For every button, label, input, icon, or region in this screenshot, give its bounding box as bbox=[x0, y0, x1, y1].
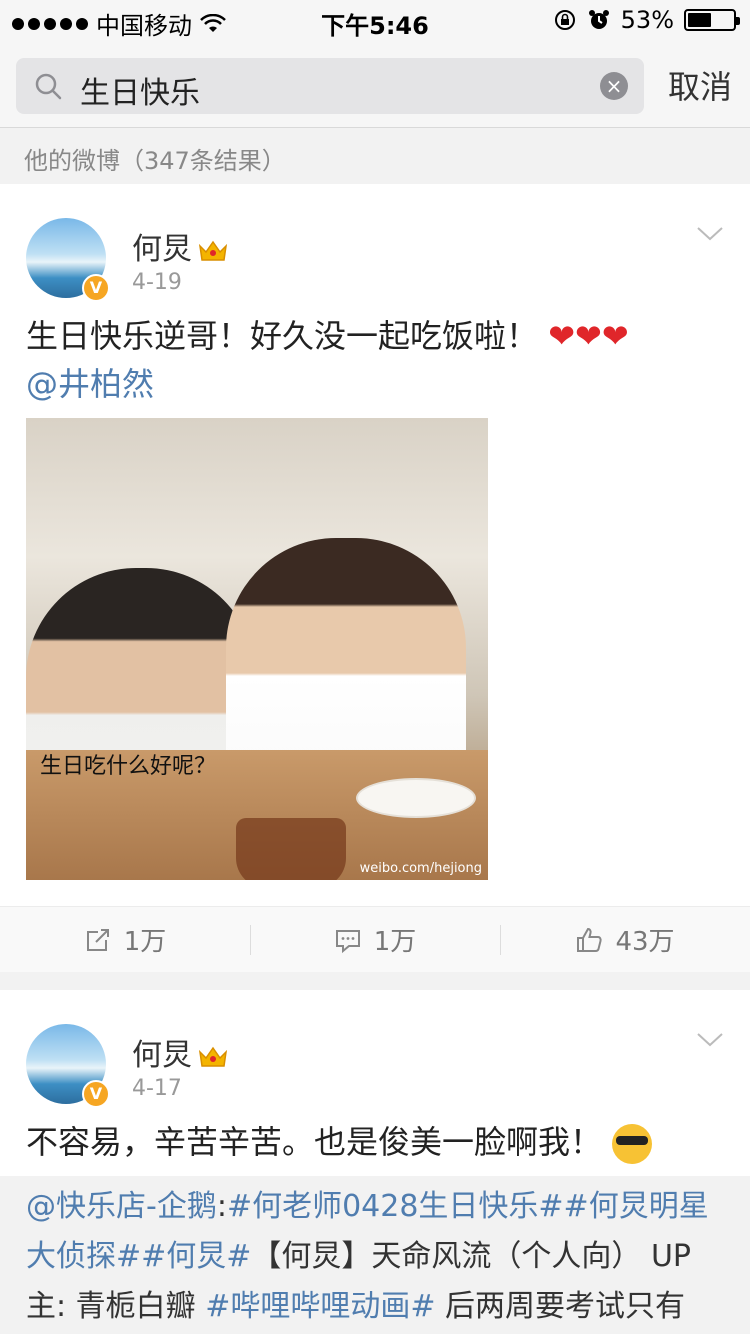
repost-count: 1万 bbox=[123, 927, 167, 957]
search-field[interactable]: 生日快乐 × bbox=[16, 58, 644, 114]
post-card[interactable]: V 何炅 4-19 生日快乐逆哥！好久没一起吃饭啦！ ❤❤❤ @井柏然 生日吃什… bbox=[0, 184, 750, 972]
post-card[interactable]: V 何炅 4-17 不容易，辛苦辛苦。也是俊美一脸啊我！ @快乐店-企鹅:#何老… bbox=[0, 990, 750, 1334]
username-text[interactable]: 何炅 bbox=[132, 1038, 192, 1073]
repost-text-2: 后两周要考试只有 bbox=[435, 1289, 686, 1324]
status-bar: 中国移动 下午5:46 53% bbox=[0, 0, 750, 40]
results-count-label: 他的微博（347条结果） bbox=[0, 128, 750, 184]
crown-icon bbox=[198, 240, 228, 261]
repost-icon bbox=[86, 928, 109, 951]
comment-count: 1万 bbox=[373, 927, 417, 957]
cancel-button[interactable]: 取消 bbox=[668, 62, 732, 108]
username-text[interactable]: 何炅 bbox=[132, 232, 192, 267]
post-image[interactable]: 生日吃什么好呢？ weibo.com/hejiong bbox=[26, 418, 488, 880]
hashtag-link[interactable]: #哔哩哔哩动画# bbox=[205, 1289, 435, 1324]
thumbs-up-icon bbox=[577, 927, 603, 952]
search-input[interactable]: 生日快乐 bbox=[80, 68, 200, 112]
post-text: 不容易，辛苦辛苦。也是俊美一脸啊我！ bbox=[26, 1118, 724, 1166]
crown-icon bbox=[198, 1046, 228, 1067]
post-text: 生日快乐逆哥！好久没一起吃饭啦！ ❤❤❤ @井柏然 bbox=[26, 312, 724, 408]
comment-button[interactable]: 1万 bbox=[250, 907, 500, 972]
verified-badge-icon: V bbox=[82, 274, 110, 302]
avatar[interactable]: V bbox=[26, 1024, 110, 1108]
rotation-lock-icon bbox=[554, 10, 575, 30]
avatar[interactable]: V bbox=[26, 218, 110, 302]
heart-emoji: ❤❤❤ bbox=[548, 317, 629, 355]
repost-mention-link[interactable]: @快乐店-企鹅 bbox=[26, 1189, 217, 1224]
post-body: 不容易，辛苦辛苦。也是俊美一脸啊我！ bbox=[26, 1123, 603, 1161]
verified-badge-icon: V bbox=[82, 1080, 110, 1108]
like-count: 43万 bbox=[615, 927, 675, 957]
chevron-down-icon[interactable] bbox=[696, 226, 724, 242]
alarm-icon bbox=[588, 10, 609, 29]
post-date: 4-17 bbox=[132, 1076, 182, 1101]
image-caption: 生日吃什么好呢？ bbox=[40, 754, 217, 779]
cool-face-emoji-icon bbox=[612, 1124, 653, 1164]
post-body: 生日快乐逆哥！好久没一起吃饭啦！ bbox=[26, 317, 539, 355]
image-watermark: weibo.com/hejiong bbox=[359, 861, 482, 876]
search-icon bbox=[35, 73, 62, 100]
reposted-content[interactable]: @快乐店-企鹅:#何老师0428生日快乐##何炅明星大侦探##何炅#【何炅】天命… bbox=[0, 1176, 750, 1334]
post-author[interactable]: 何炅 bbox=[132, 1030, 228, 1074]
search-bar: 生日快乐 × 取消 bbox=[0, 40, 750, 128]
repost-button[interactable]: 1万 bbox=[0, 907, 250, 972]
clear-search-icon[interactable]: × bbox=[600, 72, 628, 100]
post-author[interactable]: 何炅 bbox=[132, 224, 228, 268]
post-actions: 1万 1万 43万 bbox=[0, 906, 750, 972]
battery-percent: 53% bbox=[620, 6, 674, 34]
comment-icon bbox=[335, 929, 360, 953]
battery-icon bbox=[684, 9, 740, 31]
chevron-down-icon[interactable] bbox=[696, 1032, 724, 1048]
repost-colon: : bbox=[216, 1189, 227, 1224]
post-date: 4-19 bbox=[132, 270, 182, 295]
like-button[interactable]: 43万 bbox=[500, 907, 750, 972]
mention-link[interactable]: @井柏然 bbox=[26, 365, 154, 403]
